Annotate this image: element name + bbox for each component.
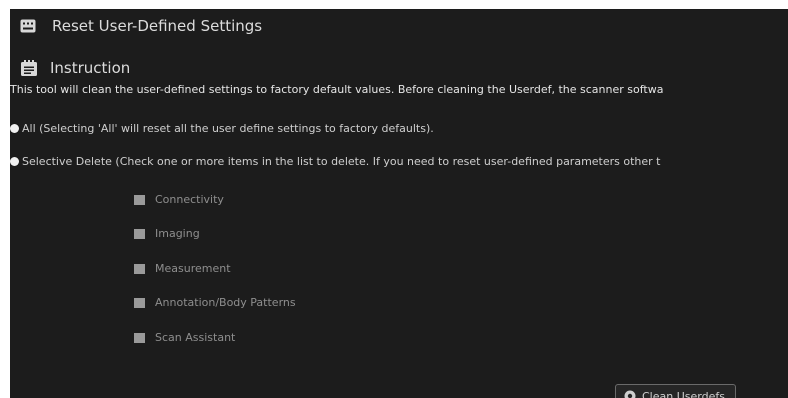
- checkbox-square[interactable]: [134, 263, 145, 274]
- radio-all-label: All (Selecting 'All' will reset all the …: [22, 122, 434, 135]
- radio-selective-dot[interactable]: [10, 157, 19, 166]
- checkbox-label: Annotation/Body Patterns: [155, 296, 296, 309]
- checkbox-label: Imaging: [155, 227, 200, 240]
- clean-userdefs-button[interactable]: Clean Userdefs: [615, 384, 736, 398]
- notepad-icon: [20, 59, 38, 77]
- instruction-text: This tool will clean the user-defined se…: [10, 83, 664, 96]
- settings-tray-icon: [20, 19, 36, 33]
- checkbox-label: Connectivity: [155, 193, 224, 206]
- checkbox-label: Measurement: [155, 262, 231, 275]
- radio-selective-delete[interactable]: Selective Delete (Check one or more item…: [10, 155, 661, 168]
- checkbox-annotation-body-patterns[interactable]: Annotation/Body Patterns: [134, 296, 296, 309]
- checkbox-square[interactable]: [134, 297, 145, 308]
- clean-button-label: Clean Userdefs: [642, 389, 725, 398]
- instruction-heading: Instruction: [50, 59, 131, 77]
- checkbox-square[interactable]: [134, 228, 145, 239]
- title-bar: Reset User-Defined Settings: [10, 9, 788, 43]
- checkbox-square[interactable]: [134, 194, 145, 205]
- checkbox-scan-assistant[interactable]: Scan Assistant: [134, 331, 235, 344]
- radio-all[interactable]: All (Selecting 'All' will reset all the …: [10, 122, 434, 135]
- window-title: Reset User-Defined Settings: [52, 17, 263, 35]
- clean-icon: [624, 390, 636, 398]
- checkbox-connectivity[interactable]: Connectivity: [134, 193, 224, 206]
- checkbox-label: Scan Assistant: [155, 331, 236, 344]
- checkbox-square[interactable]: [134, 332, 145, 343]
- instruction-header: Instruction: [20, 59, 130, 77]
- radio-selective-label: Selective Delete (Check one or more item…: [22, 155, 661, 168]
- checkbox-imaging[interactable]: Imaging: [134, 227, 200, 240]
- checkbox-measurement[interactable]: Measurement: [134, 262, 231, 275]
- radio-all-dot[interactable]: [10, 124, 19, 133]
- reset-settings-panel: Reset User-Defined Settings Instruction …: [10, 9, 788, 398]
